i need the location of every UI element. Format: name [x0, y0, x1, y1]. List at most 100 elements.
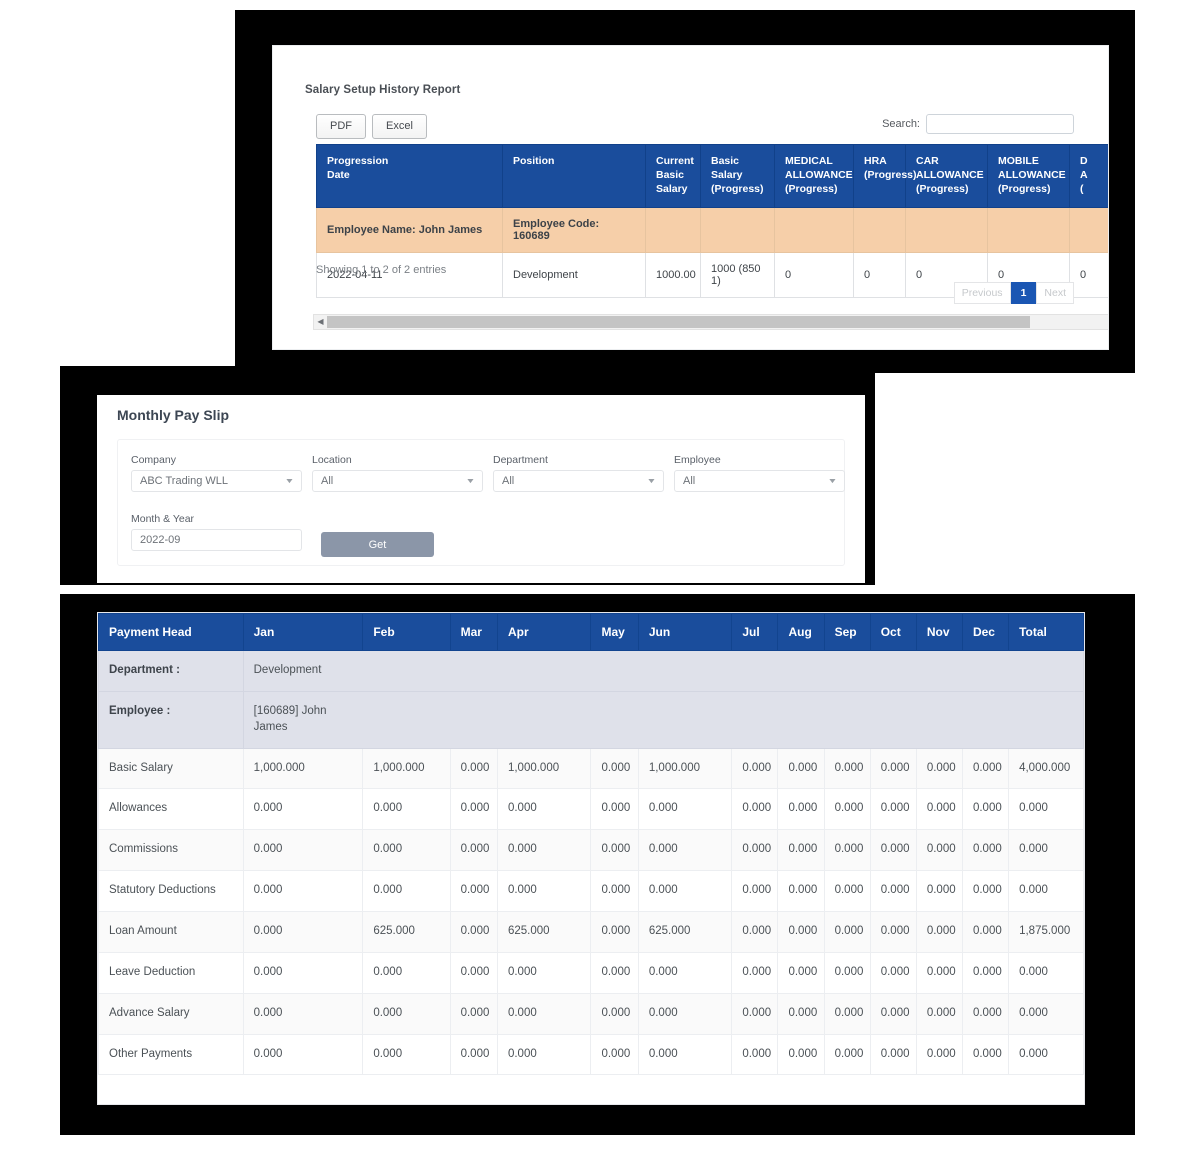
col-jun[interactable]: Jun — [637, 613, 733, 651]
month-year-label: Month & Year — [131, 513, 195, 525]
col-apr[interactable]: Apr — [496, 613, 592, 651]
month-value-cell: 0.000 — [362, 1033, 451, 1076]
search-input[interactable] — [926, 114, 1074, 134]
month-value-cell: 0.000 — [449, 951, 498, 994]
col-current-basic-salary[interactable]: Current Basic Salary — [645, 144, 701, 208]
col-basic-salary-progress[interactable]: Basic Salary (Progress) — [700, 144, 775, 208]
payment-head-cell: Loan Amount — [98, 911, 244, 953]
month-value-cell: 0.000 — [731, 747, 779, 790]
month-value-cell: 0.000 — [961, 951, 1010, 994]
col-payment-head[interactable]: Payment Head — [98, 613, 244, 651]
month-value-cell: 0.000 — [590, 829, 639, 872]
payment-head-cell: Other Payments — [98, 1033, 244, 1076]
payment-head-header-row: Payment Head Jan Feb Mar Apr May Jun Jul… — [98, 613, 1084, 651]
month-value-cell: 0.000 — [869, 992, 917, 1035]
col-may[interactable]: May — [590, 613, 639, 651]
employee-field: Employee All ▼ — [674, 454, 845, 492]
month-value-cell: 0.000 — [731, 1033, 779, 1076]
employee-meta-label: Employee : — [98, 690, 244, 749]
department-meta-value: Development — [242, 650, 1084, 692]
month-value-cell: 0.000 — [961, 829, 1010, 872]
col-hra[interactable]: HRA (Progress) — [853, 144, 917, 208]
horizontal-scrollbar[interactable]: ◀ ▶ — [313, 314, 1108, 330]
month-value-cell: 0.000 — [590, 870, 639, 913]
payment-head-cell: Leave Deduction — [98, 951, 244, 994]
pagination-previous[interactable]: Previous — [953, 282, 1011, 304]
employee-row-blank-1 — [645, 206, 701, 253]
location-value: All — [321, 475, 334, 487]
employee-meta-text: [160689] John James — [253, 704, 327, 733]
month-year-input[interactable]: 2022-09 — [131, 529, 302, 551]
month-value-cell: 1,000.000 — [637, 747, 733, 790]
employee-select[interactable]: All ▼ — [674, 470, 845, 492]
page-title: Salary Setup History Report — [305, 84, 461, 96]
excel-export-button[interactable]: Excel — [372, 114, 427, 140]
chevron-down-icon: ▼ — [827, 477, 838, 485]
month-value-cell: 0.000 — [777, 1033, 825, 1076]
total-value-cell: 1,875.000 — [1008, 911, 1084, 953]
col-feb[interactable]: Feb — [362, 613, 451, 651]
month-value-cell: 0.000 — [731, 788, 779, 831]
month-value-cell: 0.000 — [777, 870, 825, 913]
month-value-cell: 0.000 — [961, 747, 1010, 790]
department-select[interactable]: All ▼ — [493, 470, 664, 492]
month-value-cell: 0.000 — [242, 788, 364, 831]
scrollbar-thumb[interactable] — [327, 316, 1030, 328]
month-value-cell: 0.000 — [961, 992, 1010, 1035]
scroll-left-arrow-icon[interactable]: ◀ — [314, 318, 327, 326]
month-value-cell: 0.000 — [823, 951, 871, 994]
col-medical-allowance[interactable]: MEDICAL ALLOWANCE (Progress) — [774, 144, 854, 208]
col-d-allowance-clipped[interactable]: D A ( — [1069, 144, 1108, 208]
month-value-cell: 0.000 — [449, 788, 498, 831]
month-value-cell: 0.000 — [242, 951, 364, 994]
col-jul[interactable]: Jul — [731, 613, 779, 651]
total-value-cell: 0.000 — [1008, 829, 1084, 872]
month-value-cell: 0.000 — [961, 788, 1010, 831]
scrollbar-track[interactable] — [327, 315, 1108, 329]
col-dec[interactable]: Dec — [961, 613, 1010, 651]
employee-meta-row: Employee : [160689] John James — [98, 690, 1084, 749]
month-value-cell: 0.000 — [242, 1033, 364, 1076]
total-value-cell: 4,000.000 — [1008, 747, 1084, 790]
company-select[interactable]: ABC Trading WLL ▼ — [131, 470, 302, 492]
col-nov[interactable]: Nov — [915, 613, 963, 651]
employee-group-row: Employee Name: John James Employee Code:… — [316, 206, 1108, 253]
table-row: Statutory Deductions 0.000 0.000 0.000 0.000… — [98, 870, 1084, 913]
month-value-cell: 0.000 — [869, 747, 917, 790]
month-value-cell: 0.000 — [777, 951, 825, 994]
col-mar[interactable]: Mar — [449, 613, 498, 651]
payment-head-cell: Allowances — [98, 788, 244, 831]
month-value-cell: 0.000 — [590, 747, 639, 790]
employee-row-blank-2 — [700, 206, 775, 253]
col-total[interactable]: Total — [1008, 613, 1084, 651]
employee-row-blank-5 — [905, 206, 988, 253]
month-value-cell: 1,000.000 — [496, 747, 592, 790]
employee-meta-value: [160689] John James — [242, 690, 1084, 749]
get-button[interactable]: Get — [321, 532, 434, 557]
col-aug[interactable]: Aug — [777, 613, 825, 651]
pagination-page-1[interactable]: 1 — [1010, 282, 1037, 304]
location-select[interactable]: All ▼ — [312, 470, 483, 492]
col-mobile-allowance[interactable]: MOBILE ALLOWANCE (Progress) — [987, 144, 1070, 208]
month-value-cell: 625.000 — [637, 911, 733, 953]
col-car-allowance[interactable]: CAR ALLOWANCE (Progress) — [905, 144, 988, 208]
employee-row-blank-3 — [774, 206, 854, 253]
month-value-cell: 0.000 — [590, 1033, 639, 1076]
payment-head-table: Payment Head Jan Feb Mar Apr May Jun Jul… — [98, 613, 1084, 1076]
col-progression-date[interactable]: Progression Date — [316, 144, 503, 208]
total-value-cell: 0.000 — [1008, 870, 1084, 913]
col-sep[interactable]: Sep — [823, 613, 871, 651]
month-value-cell: 0.000 — [362, 870, 451, 913]
month-value-cell: 0.000 — [496, 951, 592, 994]
month-value-cell: 0.000 — [637, 870, 733, 913]
pdf-export-button[interactable]: PDF — [316, 114, 366, 140]
col-position[interactable]: Position — [502, 144, 646, 208]
col-jan[interactable]: Jan — [242, 613, 364, 651]
pagination-next[interactable]: Next — [1036, 282, 1074, 304]
salary-setup-history-panel: Salary Setup History Report PDF Excel Se… — [272, 45, 1109, 350]
cell-current-basic-salary: 1000.00 — [645, 251, 701, 298]
department-meta-label: Department : — [98, 650, 244, 692]
month-value-cell: 0.000 — [915, 747, 963, 790]
col-oct[interactable]: Oct — [869, 613, 917, 651]
month-value-cell: 0.000 — [496, 829, 592, 872]
